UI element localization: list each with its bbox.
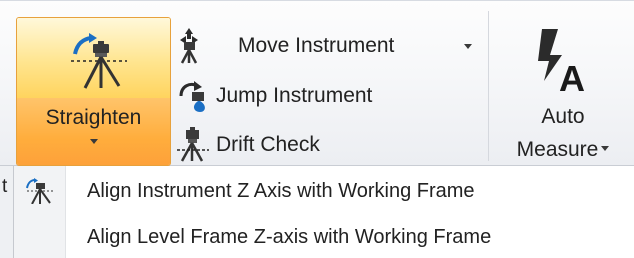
drift-check-button[interactable]: Drift Check	[176, 125, 486, 165]
tripod-straighten-icon	[69, 32, 129, 95]
background-window-edge: t	[0, 166, 13, 258]
background-text: t	[2, 176, 8, 197]
jump-instrument-icon	[176, 78, 216, 114]
auto-measure-label-line1: Auto	[541, 105, 585, 128]
move-instrument-button[interactable]: Move Instrument	[176, 26, 486, 66]
drift-check-icon	[176, 127, 216, 163]
menu-item-label: Align Instrument Z Axis with Working Fra…	[87, 180, 475, 202]
chevron-down-icon[interactable]	[601, 145, 610, 151]
jump-instrument-button[interactable]: Jump Instrument	[176, 76, 486, 116]
tripod-icon	[26, 178, 56, 209]
auto-measure-button[interactable]: A Auto Measure	[498, 17, 628, 167]
drift-check-label: Drift Check	[216, 133, 320, 156]
auto-measure-icon: A	[536, 29, 592, 99]
move-instrument-icon	[176, 28, 216, 64]
menu-item-label: Align Level Frame Z-axis with Working Fr…	[87, 226, 492, 248]
menu-item-align-instrument-z[interactable]: Align Instrument Z Axis with Working Fra…	[14, 168, 634, 212]
auto-measure-label-line2: Measure	[498, 138, 628, 162]
ribbon-panel: Straighten Move Instrument Jump Instrume…	[0, 0, 634, 166]
menu-item-align-level-frame-z[interactable]: Align Level Frame Z-axis with Working Fr…	[14, 214, 634, 258]
svg-text:A: A	[559, 58, 585, 93]
jump-instrument-label: Jump Instrument	[216, 84, 373, 107]
straighten-dropdown-menu: Align Instrument Z Axis with Working Fra…	[13, 166, 634, 258]
chevron-down-icon[interactable]	[464, 44, 472, 49]
ribbon-separator	[488, 11, 489, 161]
straighten-button[interactable]: Straighten	[16, 17, 171, 166]
move-instrument-label: Move Instrument	[238, 34, 395, 57]
straighten-label: Straighten	[45, 106, 142, 129]
chevron-down-icon	[90, 139, 98, 144]
